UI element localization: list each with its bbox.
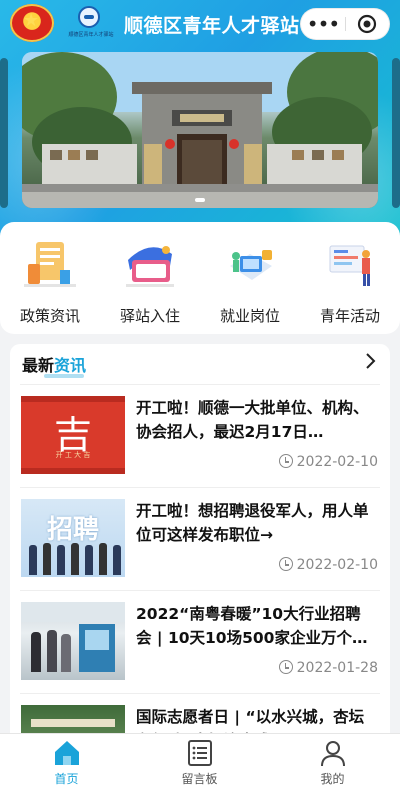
menu-label: 就业岗位 — [219, 307, 280, 325]
menu-item-station-checkin[interactable]: 驿站入住 — [100, 232, 200, 332]
nav-bar: ★ 顺德区青年人才驿站 顺德区青年人才驿站 ••• — [0, 0, 400, 48]
tab-label: 留言板 — [181, 772, 218, 786]
news-item[interactable]: 招聘 开工啦！想招聘退役军人，用人单位可这样发布职位→ 2022-02-10 — [10, 487, 390, 587]
logo-caption: 顺德区青年人才驿站 — [68, 32, 114, 38]
chevron-right-icon[interactable] — [362, 351, 378, 371]
thumb-glyph: 招聘 — [46, 515, 99, 545]
quick-menu: 政策资讯 驿站入住 就业岗位 青年活动 — [0, 222, 400, 334]
menu-label: 驿站入住 — [119, 307, 180, 325]
mini-program-capsule: ••• — [300, 8, 390, 40]
youth-activities-icon — [329, 245, 370, 286]
tab-label: 首页 — [54, 772, 79, 786]
thumb-caption: 开 工 大 吉 — [55, 451, 91, 459]
news-item[interactable]: 吉 开 工 大 吉 开工啦！顺德一大批单位、机构、协会招人，最迟2月17日… 2… — [10, 384, 390, 484]
tab-bar: 首页 留言板 我的 — [0, 733, 400, 789]
menu-label: 青年活动 — [319, 307, 380, 325]
news-heading-main: 最新 — [22, 356, 55, 375]
news-title: 开工啦！想招聘退役军人，用人单位可这样发布职位→ — [136, 502, 369, 544]
home-icon — [55, 741, 79, 765]
news-date: 2022-02-10 — [278, 557, 378, 573]
news-date: 2022-02-10 — [278, 454, 378, 470]
banner-next-peek[interactable] — [392, 58, 400, 208]
clock-icon — [278, 454, 293, 468]
station-checkin-icon — [126, 246, 174, 287]
record-target-icon[interactable] — [357, 14, 377, 34]
talent-station-logo: 顺德区青年人才驿站 — [60, 6, 122, 40]
news-heading: 最新资讯 — [22, 352, 87, 378]
tab-message-board[interactable]: 留言板 — [133, 734, 266, 789]
menu-item-policy-news[interactable]: 政策资讯 — [0, 232, 100, 332]
tab-profile[interactable]: 我的 — [266, 734, 399, 789]
youth-league-logo: ★ — [10, 4, 54, 42]
news-thumbnail — [21, 602, 125, 680]
tab-label: 我的 — [320, 772, 345, 786]
clock-icon — [278, 660, 293, 674]
banner-image — [22, 52, 378, 208]
news-title: 开工啦！顺德一大批单位、机构、协会招人，最迟2月17日… — [136, 399, 369, 441]
menu-label: 政策资讯 — [19, 307, 80, 325]
clock-icon — [278, 557, 293, 571]
menu-item-job-positions[interactable]: 就业岗位 — [200, 232, 300, 332]
news-item[interactable]: 2022“南粤春暖”10大行业招聘会 | 10天10场500家企业万个… 202… — [10, 590, 390, 690]
message-board-icon — [188, 740, 212, 766]
news-section: 最新资讯 吉 开 工 大 吉 开工啦！顺德一大批单位、机构、协会招人，最迟2月1… — [10, 344, 390, 744]
capsule-divider — [345, 17, 346, 31]
policy-news-icon — [24, 242, 76, 287]
profile-icon — [321, 741, 345, 767]
carousel-indicators — [0, 196, 400, 204]
menu-item-youth-activities[interactable]: 青年活动 — [300, 232, 400, 332]
news-heading-accent: 资讯 — [54, 356, 87, 375]
heading-underline — [44, 374, 84, 378]
tab-home[interactable]: 首页 — [0, 734, 133, 789]
news-thumbnail: 招聘 — [21, 499, 125, 577]
news-title: 2022“南粤春暖”10大行业招聘会 | 10天10场500家企业万个… — [136, 605, 368, 647]
app-title: 顺德区青年人才驿站 — [124, 15, 300, 37]
more-dots-icon[interactable]: ••• — [301, 9, 345, 39]
news-thumbnail: 吉 开 工 大 吉 — [21, 396, 125, 474]
banner-prev-peek[interactable] — [0, 58, 8, 208]
banner-carousel[interactable] — [22, 52, 378, 208]
news-date: 2022-01-28 — [278, 660, 378, 676]
job-positions-icon — [230, 250, 272, 280]
